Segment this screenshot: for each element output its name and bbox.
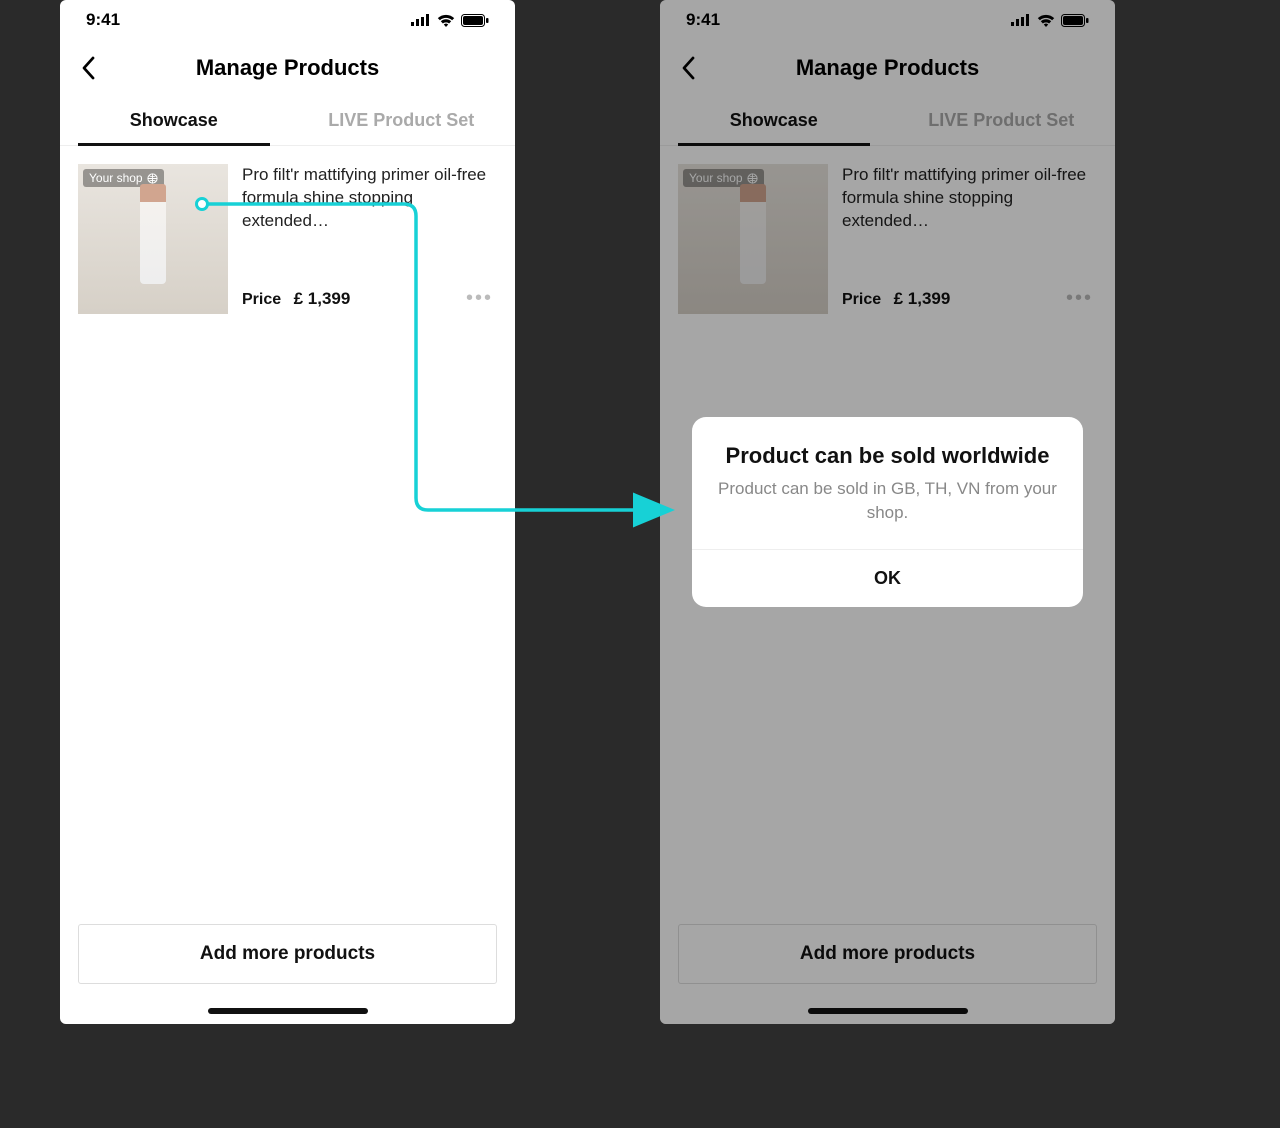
modal-title: Product can be sold worldwide [692, 417, 1083, 477]
status-icons [411, 14, 489, 27]
modal-ok-button[interactable]: OK [692, 549, 1083, 607]
modal-body: Product can be sold in GB, TH, VN from y… [692, 477, 1083, 549]
phone-screen-left: 9:41 Manage Products Showcase LIVE P [60, 0, 515, 1024]
shop-badge-label: Your shop [89, 171, 143, 185]
price-value: £ 1,399 [294, 289, 351, 308]
globe-icon [147, 173, 158, 184]
back-button[interactable] [66, 46, 110, 90]
tab-showcase[interactable]: Showcase [60, 96, 288, 145]
status-time: 9:41 [86, 10, 120, 30]
page-title: Manage Products [60, 55, 515, 81]
chevron-left-icon [81, 56, 95, 80]
nav-bar: Manage Products [60, 40, 515, 96]
status-bar: 9:41 [60, 0, 515, 40]
price-row: Price £ 1,399 ••• [242, 283, 497, 314]
price-label: Price [242, 291, 281, 308]
phone-screen-right: 9:41 Manage Products Showcase LIVE P [660, 0, 1115, 1024]
product-list: Your shop Pro filt'r mattifying primer o… [60, 146, 515, 906]
tabs: Showcase LIVE Product Set [60, 96, 515, 146]
add-more-products-button[interactable]: Add more products [78, 924, 497, 984]
modal-overlay: Product can be sold worldwide Product ca… [660, 0, 1115, 1024]
wifi-icon [437, 14, 455, 27]
more-button[interactable]: ••• [462, 283, 497, 314]
tab-live-product-set[interactable]: LIVE Product Set [288, 96, 516, 145]
home-indicator [208, 1008, 368, 1014]
product-info: Pro filt'r mattifying primer oil-free fo… [242, 164, 497, 314]
product-image: Your shop [78, 164, 228, 314]
product-row[interactable]: Your shop Pro filt'r mattifying primer o… [78, 164, 497, 314]
signal-icon [411, 14, 431, 26]
bottom-area: Add more products [60, 906, 515, 1002]
shop-badge: Your shop [83, 169, 164, 187]
product-title: Pro filt'r mattifying primer oil-free fo… [242, 164, 497, 233]
modal-dialog: Product can be sold worldwide Product ca… [692, 417, 1083, 607]
battery-icon [461, 14, 489, 27]
price-block: Price £ 1,399 [242, 289, 350, 309]
